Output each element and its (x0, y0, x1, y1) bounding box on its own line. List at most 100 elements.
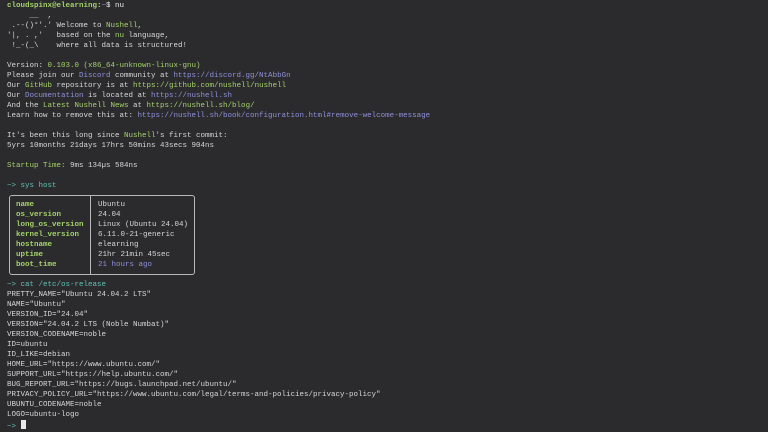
terminal-output[interactable]: cloudspinx@elearning:~$ nu __ , .--()°'.… (7, 1, 762, 431)
table-row: boot_time 21 hours ago (10, 260, 194, 270)
text-segment: UBUNTU_CODENAME=noble (7, 401, 102, 409)
table-row: hostname elearning (10, 240, 194, 250)
table-key: boot_time (16, 261, 57, 269)
text-segment: , (137, 22, 143, 30)
terminal-line: Startup Time: 9ms 134µs 584ns (7, 161, 762, 171)
table-row: os_version 24.04 (10, 210, 194, 220)
text-segment: repository is at (52, 82, 134, 90)
link-text[interactable]: https://discord.gg/NtAbbGn (174, 72, 291, 80)
terminal-line: .--()°'.' Welcome to Nushell, (7, 21, 762, 31)
table-key: os_version (16, 211, 62, 219)
terminal-line: PRIVACY_POLICY_URL="https://www.ubuntu.c… (7, 390, 762, 400)
text-segment: is located at (83, 92, 152, 100)
text-segment: NAME="Ubuntu" (7, 301, 66, 309)
table-value: 21hr 21min 45sec (98, 251, 171, 259)
table-value: 21 hours ago (98, 261, 153, 269)
link-text[interactable]: https://nushell.sh/book/configuration.ht… (138, 112, 431, 120)
table-value: Ubuntu (98, 201, 126, 209)
link-text[interactable]: https://nushell.sh (151, 92, 232, 100)
text-segment: $ nu (106, 2, 125, 10)
text-segment: ID=ubuntu (7, 341, 48, 349)
text-segment: It's been this long since (7, 132, 125, 140)
text-segment: ~> (7, 281, 21, 289)
text-segment: Startup Time: (7, 162, 71, 170)
text-segment: cat /etc/os-release (20, 281, 107, 289)
terminal-line: It's been this long since Nushell's firs… (7, 131, 762, 141)
terminal-line: VERSION_CODENAME=noble (7, 330, 762, 340)
text-segment: __ , (7, 12, 53, 20)
link-text[interactable]: https://github.com/nushell/nushell (133, 82, 286, 90)
sys-host-table: name Ubuntu os_version 24.04 long_os_version… (9, 195, 195, 275)
text-segment: Nushell (106, 22, 138, 30)
table-divider (90, 196, 91, 274)
text-segment: at (128, 102, 147, 110)
text-segment: '|, . ,' (7, 32, 57, 40)
text-segment: Welcome to (56, 22, 107, 30)
text-segment: BUG_REPORT_URL="https://bugs.launchpad.n… (7, 381, 237, 389)
terminal-line: PRETTY_NAME="Ubuntu 24.04.2 LTS" (7, 290, 762, 300)
text-segment: Nushell (124, 132, 156, 140)
text-segment: Our (7, 82, 26, 90)
terminal-line: 5yrs 10months 21days 17hrs 50mins 43secs… (7, 141, 762, 151)
table-value: elearning (98, 241, 139, 249)
terminal-line: ID_LIKE=debian (7, 350, 762, 360)
table-key: name (16, 201, 35, 209)
text-segment: Latest Nushell News (43, 102, 129, 110)
text-cursor[interactable] (20, 420, 26, 429)
table-key: kernel_version (16, 231, 80, 239)
terminal-line: ~> sys host (7, 181, 762, 191)
terminal-line: VERSION_ID="24.04" (7, 310, 762, 320)
text-segment: LOGO=ubuntu-logo (7, 411, 80, 419)
terminal-line: !_-(_\ where all data is structured! (7, 41, 762, 51)
terminal-line: __ , (7, 11, 762, 21)
terminal-line: ~> cat /etc/os-release (7, 280, 762, 290)
text-segment: .--()°'.' (7, 22, 57, 30)
text-segment: VERSION_ID="24.04" (7, 311, 89, 319)
text-segment: Please join our (7, 72, 80, 80)
text-segment: Discord (79, 72, 111, 80)
text-segment: HOME_URL="https://www.ubuntu.com/" (7, 361, 161, 369)
text-segment: Our (7, 92, 26, 100)
table-row: uptime 21hr 21min 45sec (10, 250, 194, 260)
os-release-output: ~> cat /etc/os-release PRETTY_NAME="Ubunt… (7, 280, 762, 420)
terminal-line: Please join our Discord community at htt… (7, 71, 762, 81)
text-segment: language, (124, 32, 170, 40)
text-segment: 5yrs 10months 21days 17hrs 50mins 43secs… (7, 142, 215, 150)
table-key: uptime (16, 251, 44, 259)
text-segment: And the (7, 102, 44, 110)
text-segment: community at (110, 72, 174, 80)
text-segment: Documentation (25, 92, 84, 100)
text-segment: 0.103.0 (x86_64-unknown-linux-gnu) (47, 62, 201, 70)
text-segment: cloudspinx@elearning (7, 2, 98, 10)
text-segment: nu (115, 32, 125, 40)
text-segment: 's first commit: (155, 132, 228, 140)
table-value: 24.04 (98, 211, 121, 219)
prompt-symbol: ~> (7, 423, 21, 431)
link-text[interactable]: https://nushell.sh/blog/ (147, 102, 255, 110)
text-segment: !_-(_\ (7, 42, 57, 50)
table-key: hostname (16, 241, 53, 249)
table-row: name Ubuntu (10, 200, 194, 210)
command-prompt[interactable]: ~> (7, 420, 762, 431)
terminal-line: Learn how to remove this at: https://nus… (7, 111, 762, 121)
table-key: long_os_version (16, 221, 84, 229)
text-segment: sys host (20, 182, 57, 190)
terminal-line: Our Documentation is located at https://… (7, 91, 762, 101)
text-segment: VERSION_CODENAME=noble (7, 331, 107, 339)
terminal-line: And the Latest Nushell News at https://n… (7, 101, 762, 111)
table-row: long_os_version Linux (Ubuntu 24.04) (10, 220, 194, 230)
terminal-line: UBUNTU_CODENAME=noble (7, 400, 762, 410)
terminal-line: LOGO=ubuntu-logo (7, 410, 762, 420)
terminal-line: NAME="Ubuntu" (7, 300, 762, 310)
text-segment: 9ms 134µs 584ns (70, 162, 138, 170)
terminal-line: VERSION="24.04.2 LTS (Noble Numbat)" (7, 320, 762, 330)
table-row: kernel_version 6.11.0-21-generic (10, 230, 194, 240)
text-segment: ID_LIKE=debian (7, 351, 71, 359)
table-value: 6.11.0-21-generic (98, 231, 175, 239)
text-segment: GitHub (25, 82, 53, 90)
text-segment: Version: (7, 62, 48, 70)
terminal-line: BUG_REPORT_URL="https://bugs.launchpad.n… (7, 380, 762, 390)
